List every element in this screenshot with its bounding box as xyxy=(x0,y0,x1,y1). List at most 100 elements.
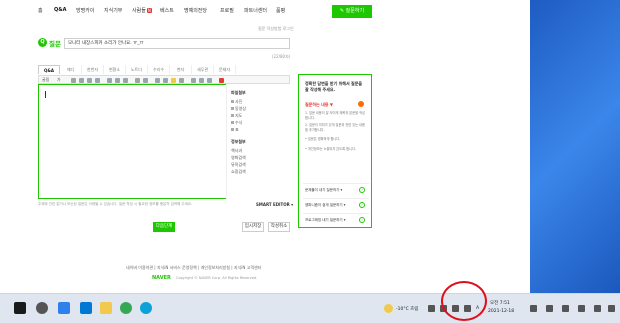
font-size-select[interactable]: 가 xyxy=(57,77,61,83)
help-link-1[interactable]: 문제풀이 내기 질문하기 ▾ xyxy=(305,188,342,193)
tab-2[interactable]: 에디 xyxy=(60,65,82,74)
widgets-icon[interactable] xyxy=(58,302,70,314)
tab-6[interactable]: 수리수 xyxy=(148,65,170,74)
file-attach-heading: 파일첨부 xyxy=(231,90,246,95)
tab-4[interactable]: 변환소 xyxy=(104,65,126,74)
file-explorer-icon[interactable] xyxy=(100,302,112,314)
color-icon[interactable] xyxy=(219,78,224,83)
help-title: 정확한 답변을 받기 위해서 질문을 잘 작성해 주세요. xyxy=(305,81,363,92)
emoji-icon[interactable] xyxy=(171,78,176,83)
chevron-icon[interactable]: › xyxy=(359,202,365,208)
next-step-button[interactable]: 다음단계 xyxy=(153,222,175,232)
cancel-button[interactable]: 작성취소 xyxy=(268,222,290,232)
tab-5[interactable]: 노트다 xyxy=(126,65,148,74)
naver-logo[interactable]: NAVER xyxy=(152,275,171,281)
edge-icon[interactable] xyxy=(140,302,152,314)
teams-icon[interactable] xyxy=(80,302,92,314)
tab-8[interactable]: 세무관 xyxy=(192,65,214,74)
weather-text[interactable]: -10°C 흐림 xyxy=(396,306,418,312)
temp-save-button[interactable]: 임시저장 xyxy=(242,222,264,232)
app-icon[interactable] xyxy=(594,305,601,312)
search-icon[interactable] xyxy=(546,305,553,312)
desktop-wallpaper xyxy=(530,0,620,293)
tab-9[interactable]: 문제자 xyxy=(214,65,236,74)
attach-video[interactable]: 동영상 xyxy=(231,106,246,112)
chevron-icon[interactable]: › xyxy=(359,217,365,223)
question-icon: Q xyxy=(38,38,47,47)
strike-icon[interactable] xyxy=(95,78,100,83)
info-attach-heading: 정보첨부 xyxy=(231,139,246,144)
help-line: 2. 질문이 의미가 있게 질문과 관련 있는 내용을 추가합니다. xyxy=(305,123,365,132)
weather-icon[interactable] xyxy=(384,304,393,313)
title-char-counter: (22/80자) xyxy=(272,54,291,59)
info-book[interactable]: 책사과 xyxy=(231,148,242,154)
align-left-icon[interactable] xyxy=(107,78,112,83)
info-movie[interactable]: 영화검색 xyxy=(231,155,246,161)
help-line: 1. 질문 내용이 잘 보이게 제목과 본문을 작성합니다. xyxy=(305,111,365,120)
chevron-up-icon[interactable] xyxy=(428,305,435,312)
tab-qna[interactable]: Q&A xyxy=(38,65,60,74)
clock-date[interactable]: 2021-12-18 xyxy=(488,309,514,314)
align-right-icon[interactable] xyxy=(123,78,128,83)
attach-photo[interactable]: 사진 xyxy=(231,99,242,105)
image-icon[interactable] xyxy=(155,78,160,83)
help-line: • 질문은 명확하게 합니다. xyxy=(305,137,341,141)
clock-time[interactable]: 오전 7:51 xyxy=(490,300,510,306)
task-view-icon[interactable] xyxy=(36,302,48,314)
divider xyxy=(303,198,369,199)
alert-dot-icon xyxy=(358,101,364,107)
footer-links[interactable]: 네이버 이용약관 | 지식iN 서비스 운영정책 | 개인정보처리방침 | 지식… xyxy=(126,265,261,271)
list-icon[interactable] xyxy=(135,78,140,83)
divider xyxy=(303,183,369,184)
tab-7[interactable]: 변자 xyxy=(170,65,192,74)
util-links[interactable]: 질문 작성방법 로그인 xyxy=(258,26,294,32)
info-shopping[interactable]: 쇼핑검색 xyxy=(231,169,246,175)
help-link-3[interactable]: 프로그래밍 내기 질문하기 ▾ xyxy=(305,218,346,223)
chrome-icon[interactable] xyxy=(120,302,132,314)
app-icon[interactable] xyxy=(562,305,569,312)
writing-help-box: 정확한 답변을 받기 위해서 질문을 잘 작성해 주세요. 질문하는 내용 ▼ … xyxy=(298,74,372,228)
table-icon[interactable] xyxy=(143,78,148,83)
nav-review[interactable]: 품평 xyxy=(276,7,285,14)
align-center-icon[interactable] xyxy=(115,78,120,83)
windows-taskbar: -10°C 흐림 A 오전 7:51 2021-12-18 xyxy=(0,293,620,323)
help-link-2[interactable]: 엠파니즘이 쉽게 질문하기 ▾ xyxy=(305,203,346,208)
info-music[interactable]: 뮤직검색 xyxy=(231,162,246,168)
redo-icon[interactable] xyxy=(207,78,212,83)
tab-3[interactable]: 한번자 xyxy=(82,65,104,74)
attach-formula[interactable]: 수식 xyxy=(231,120,242,126)
search-icon[interactable] xyxy=(14,302,26,314)
editor-notice: 주제와 관련 없거나 모순된 질문은 삭제될 수 있습니다. 질문 작성 시 필… xyxy=(38,202,193,206)
smart-editor-label[interactable]: SMART EDITOR ▾ xyxy=(256,202,293,207)
link-icon[interactable] xyxy=(163,78,168,83)
app-icon[interactable] xyxy=(578,305,585,312)
chevron-icon[interactable]: › xyxy=(359,187,365,193)
search-icon[interactable] xyxy=(179,78,184,83)
notification-icon[interactable] xyxy=(608,305,615,312)
nav-qna[interactable]: Q&A xyxy=(54,7,66,13)
nav-home[interactable]: 홈 xyxy=(38,7,43,14)
special-char-icon[interactable] xyxy=(191,78,196,83)
question-title-input[interactable]: 모니터 내장스피커 소리가 안나요. ㅠ_ㅠ xyxy=(64,38,290,49)
italic-icon[interactable] xyxy=(79,78,84,83)
nav-hall-of-fame[interactable]: 명예의전당 xyxy=(184,7,207,14)
nav-profile[interactable]: 프로필 xyxy=(220,7,234,14)
copyright: Copyright © NAVER Corp. All Rights Reser… xyxy=(176,276,258,280)
help-line: • 개인정보는 노출되지 않도록 합니다. xyxy=(305,147,356,151)
start-icon[interactable] xyxy=(530,305,537,312)
attach-map[interactable]: 지도 xyxy=(231,113,242,119)
nav-item-4[interactable]: 지식기부 xyxy=(104,7,122,14)
nav-best[interactable]: 베스트 xyxy=(160,7,174,14)
nav-partner[interactable]: 파트너센터 xyxy=(244,7,267,14)
attach-table[interactable]: 표 xyxy=(231,127,239,133)
font-select[interactable]: 굴림 xyxy=(42,77,49,83)
undo-icon[interactable] xyxy=(199,78,204,83)
ask-question-button[interactable]: ✎ 질문하기 xyxy=(332,5,372,18)
bold-icon[interactable] xyxy=(71,78,76,83)
help-subtitle[interactable]: 질문하는 내용 ▼ xyxy=(305,102,333,108)
underline-icon[interactable] xyxy=(87,78,92,83)
attachment-panel: 파일첨부 사진 동영상 지도 수식 표 정보첨부 책사과 영화검색 뮤직검색 쇼… xyxy=(226,84,290,199)
nav-people[interactable]: 사람들 N xyxy=(132,7,152,14)
question-label: 질문 xyxy=(49,40,61,48)
nav-item-3[interactable]: 방명카이 xyxy=(76,7,94,14)
